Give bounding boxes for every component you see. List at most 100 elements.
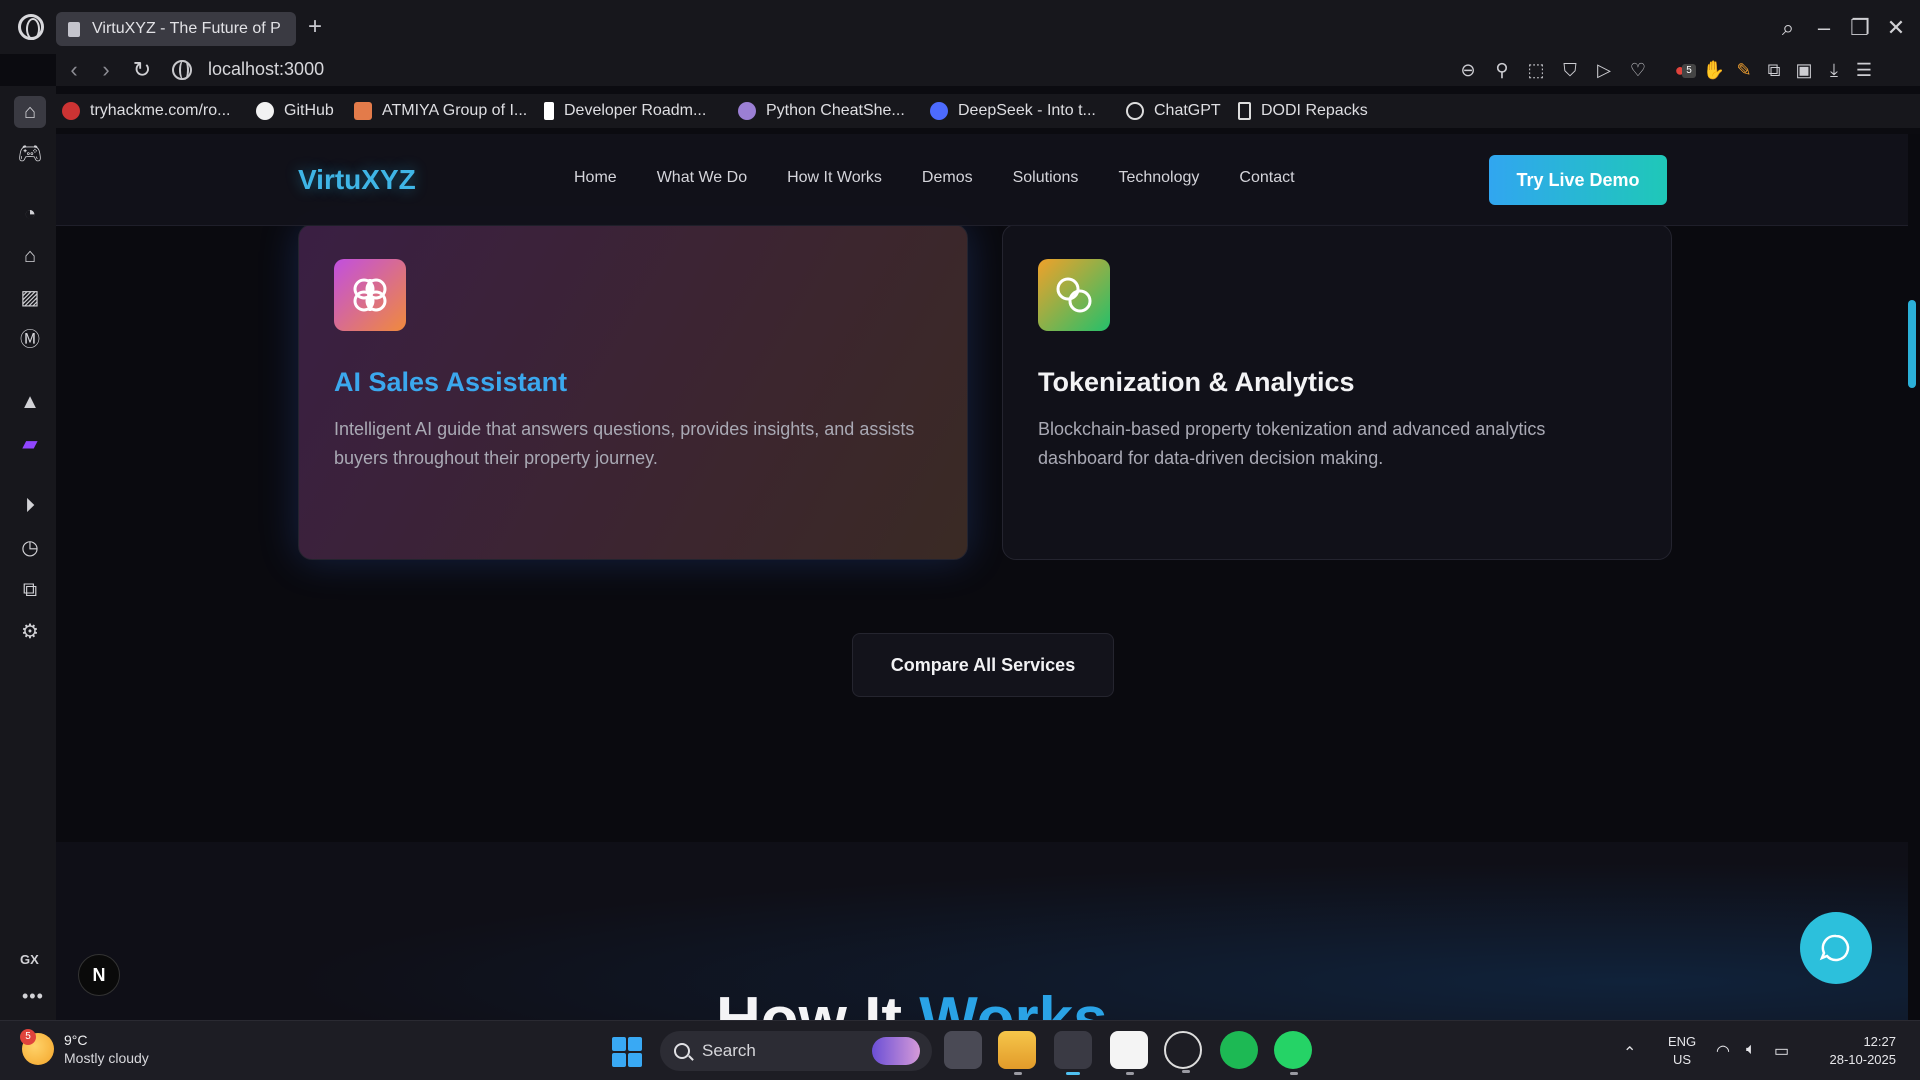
- nav-home[interactable]: Home: [574, 169, 617, 187]
- nav-technology[interactable]: Technology: [1118, 169, 1199, 187]
- forward-button[interactable]: ›: [92, 56, 120, 84]
- history-icon[interactable]: ◷: [14, 532, 46, 564]
- bookmark-label: ChatGPT: [1154, 102, 1221, 119]
- chatgpt-icon: [1126, 102, 1144, 120]
- notion-icon[interactable]: [1110, 1031, 1148, 1075]
- card-title: AI Sales Assistant: [334, 367, 568, 397]
- card-description: Blockchain-based property tokenization a…: [1038, 419, 1546, 468]
- bookmark-python-cheatsheet[interactable]: Python CheatShe...: [738, 98, 905, 124]
- bookmarks-bar: tryhackme.com/ro... GitHub ATMIYA Group …: [56, 94, 1920, 128]
- wifi-icon[interactable]: ◠: [1716, 1041, 1730, 1061]
- bookmark-dodi-repacks[interactable]: DODI Repacks: [1238, 98, 1368, 124]
- bookmark-atmiya[interactable]: ATMIYA Group of I...: [354, 98, 527, 124]
- spotify-icon[interactable]: [1220, 1031, 1258, 1069]
- try-live-demo-button[interactable]: Try Live Demo: [1489, 155, 1667, 205]
- twitch-icon[interactable]: ▰: [14, 428, 46, 460]
- scrollbar-thumb[interactable]: [1908, 300, 1916, 388]
- bookmark-label: ATMIYA Group of I...: [382, 102, 528, 119]
- clock[interactable]: 12:27 28-10-2025: [1818, 1033, 1897, 1069]
- nav-demos[interactable]: Demos: [922, 169, 973, 187]
- minimize-button[interactable]: –: [1810, 14, 1838, 42]
- gamepad-icon[interactable]: 🎮︎: [14, 138, 46, 170]
- bookmark-chatgpt[interactable]: ChatGPT: [1126, 98, 1221, 124]
- browser-tab-active[interactable]: VirtuXYZ - The Future of P: [56, 12, 296, 46]
- zoom-out-icon[interactable]: ⊖: [1456, 58, 1480, 82]
- search-tabs-icon[interactable]: ⌕: [1774, 14, 1802, 42]
- opera-gx-taskbar-icon[interactable]: [1054, 1031, 1092, 1075]
- new-tab-button[interactable]: +: [302, 14, 328, 40]
- temperature: 9°C: [64, 1032, 88, 1048]
- weather-widget[interactable]: 5 9°C Mostly cloudy: [20, 1029, 149, 1067]
- send-icon[interactable]: ▷: [1592, 58, 1616, 82]
- restore-button[interactable]: ❐: [1846, 14, 1874, 42]
- heart-icon[interactable]: ♡: [1626, 58, 1650, 82]
- snapshot-icon[interactable]: ⬚: [1524, 58, 1548, 82]
- home-icon[interactable]: ⌂: [14, 96, 46, 128]
- back-button[interactable]: ‹: [60, 56, 88, 84]
- page-icon: [1238, 102, 1251, 120]
- opera-logo-icon[interactable]: [18, 14, 44, 40]
- brain-icon: [334, 259, 406, 331]
- language-indicator[interactable]: ENG US: [1668, 1033, 1696, 1069]
- url-field[interactable]: localhost:3000: [208, 59, 324, 80]
- player-icon[interactable]: ⏵: [14, 490, 46, 522]
- task-view-icon[interactable]: [944, 1031, 982, 1069]
- compare-all-services-button[interactable]: Compare All Services: [852, 633, 1114, 697]
- shield-icon[interactable]: ⛉: [1558, 58, 1582, 82]
- pencil-extension-icon[interactable]: ✎: [1732, 58, 1756, 82]
- whatsapp-icon[interactable]: [1274, 1031, 1312, 1075]
- gx-label[interactable]: GX: [20, 952, 39, 967]
- mods-icon[interactable]: Ⓜ: [14, 324, 46, 356]
- more-icon[interactable]: •••: [22, 986, 44, 1007]
- tray-overflow-icon[interactable]: ⌃: [1623, 1043, 1636, 1063]
- nextjs-dev-badge[interactable]: N: [78, 954, 120, 996]
- extensions-icon[interactable]: ⧉: [14, 574, 46, 606]
- date: 28-10-2025: [1829, 1052, 1897, 1067]
- settings-icon[interactable]: ⚙: [14, 616, 46, 648]
- nav-solutions[interactable]: Solutions: [1013, 169, 1079, 187]
- profile-avatar[interactable]: ▣: [1792, 58, 1816, 82]
- weather-condition: Mostly cloudy: [64, 1050, 149, 1066]
- service-card-ai-sales[interactable]: AI Sales Assistant Intelligent AI guide …: [298, 224, 968, 560]
- reload-button[interactable]: ↻: [128, 56, 156, 84]
- bookmark-label: Developer Roadm...: [564, 102, 707, 119]
- chatgpt-taskbar-icon[interactable]: [1164, 1031, 1202, 1073]
- browser-tab-bar: VirtuXYZ - The Future of P + ⌕ – ❐ ✕: [0, 0, 1920, 54]
- site-header: VirtuXYZ Home What We Do How It Works De…: [56, 134, 1908, 226]
- site-logo[interactable]: VirtuXYZ: [298, 164, 416, 196]
- service-card-tokenization[interactable]: Tokenization & Analytics Blockchain-base…: [1002, 224, 1672, 560]
- taskbar-search[interactable]: Search: [660, 1031, 932, 1071]
- lang-code: ENG: [1668, 1034, 1697, 1049]
- bookmark-github[interactable]: GitHub: [256, 98, 334, 124]
- bookmark-tryhackme[interactable]: tryhackme.com/ro...: [62, 98, 230, 124]
- chat-button[interactable]: [1800, 912, 1872, 984]
- wallpaper-icon[interactable]: ▨: [14, 282, 46, 314]
- nav-contact[interactable]: Contact: [1239, 169, 1294, 187]
- search-highlight-art: [872, 1037, 920, 1065]
- volume-icon[interactable]: 🔈︎: [1746, 1041, 1756, 1059]
- nav-what-we-do[interactable]: What We Do: [657, 169, 747, 187]
- bookmark-deepseek[interactable]: DeepSeek - Into t...: [930, 98, 1096, 124]
- card-description: Intelligent AI guide that answers questi…: [334, 419, 915, 468]
- github-icon: [256, 102, 274, 120]
- cleaner-icon[interactable]: ⌂: [14, 240, 46, 272]
- easy-setup-icon[interactable]: ☰: [1852, 58, 1876, 82]
- download-icon[interactable]: ⤓: [1822, 58, 1846, 82]
- close-window-button[interactable]: ✕: [1882, 14, 1910, 42]
- stop-extension-icon[interactable]: ✋: [1702, 58, 1726, 82]
- nav-how-it-works[interactable]: How It Works: [787, 169, 882, 187]
- file-explorer-icon[interactable]: [998, 1031, 1036, 1075]
- time: 12:27: [1863, 1034, 1896, 1049]
- aria-icon[interactable]: ▲: [14, 386, 46, 418]
- battery-icon[interactable]: ▭: [1774, 1041, 1789, 1061]
- page-icon: [68, 21, 80, 37]
- extensions-icon[interactable]: ⧉: [1762, 58, 1786, 82]
- pin-icon[interactable]: ⚲: [1490, 58, 1514, 82]
- chat-bubble-icon: [1819, 934, 1850, 962]
- bookmark-developer-roadmap[interactable]: Developer Roadm...: [544, 98, 706, 124]
- bookmark-label: DODI Repacks: [1261, 102, 1368, 119]
- page-viewport: AI Sales Assistant Intelligent AI guide …: [56, 134, 1920, 1020]
- speed-icon[interactable]: ◔: [14, 198, 46, 230]
- windows-start-icon[interactable]: [612, 1037, 642, 1067]
- tab-title: VirtuXYZ - The Future of P: [92, 20, 281, 37]
